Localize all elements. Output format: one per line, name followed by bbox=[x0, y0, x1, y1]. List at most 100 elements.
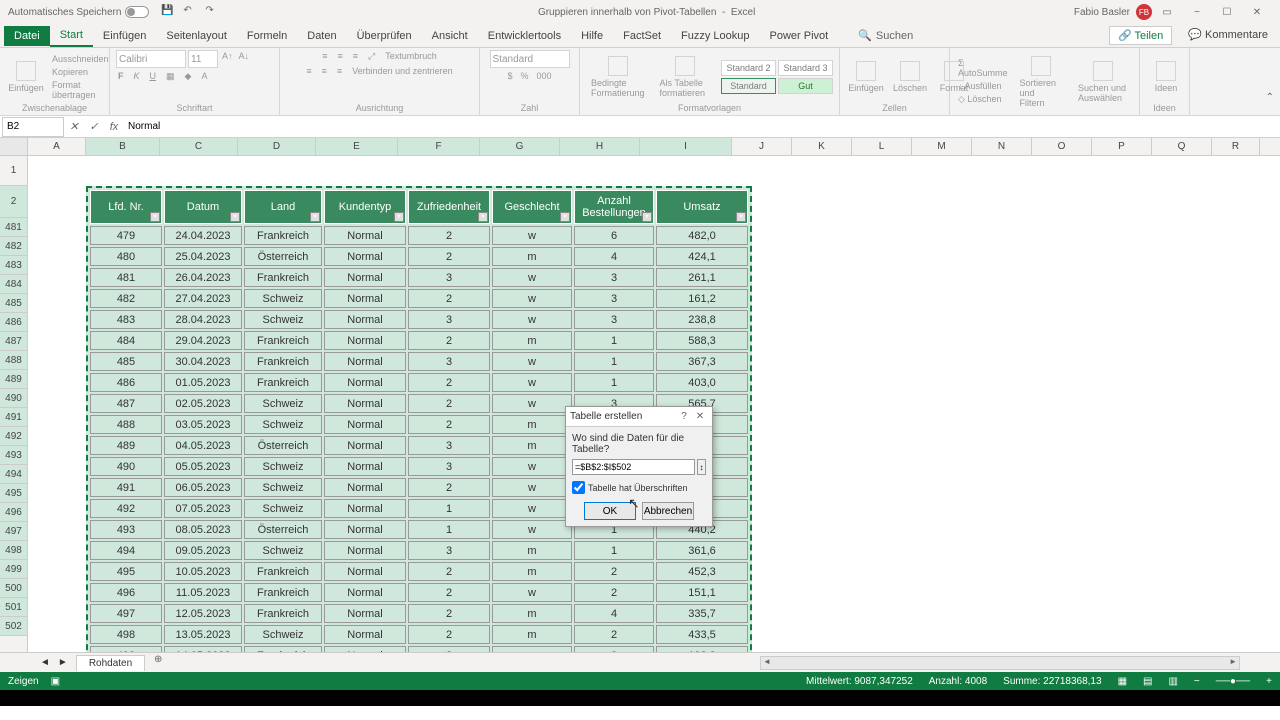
table-cell[interactable]: 261,1 bbox=[656, 268, 748, 287]
table-cell[interactable]: 24.04.2023 bbox=[164, 226, 242, 245]
table-cell[interactable]: Frankreich bbox=[244, 646, 322, 652]
table-cell[interactable]: Österreich bbox=[244, 436, 322, 455]
table-cell[interactable]: 3 bbox=[408, 310, 490, 329]
table-header[interactable]: Land▾ bbox=[244, 190, 322, 224]
table-cell[interactable]: Normal bbox=[324, 394, 406, 413]
column-header[interactable]: M bbox=[912, 138, 972, 155]
table-cell[interactable]: 492 bbox=[90, 499, 162, 518]
filter-icon[interactable]: ▾ bbox=[150, 212, 160, 222]
table-cell[interactable]: 1 bbox=[574, 352, 654, 371]
column-header[interactable]: R bbox=[1212, 138, 1260, 155]
cells-area[interactable]: Lfd. Nr.▾Datum▾Land▾Kundentyp▾Zufriedenh… bbox=[28, 156, 1280, 652]
table-cell[interactable]: 01.05.2023 bbox=[164, 373, 242, 392]
search-box[interactable]: 🔍 Suchen bbox=[858, 29, 913, 42]
table-cell[interactable]: m bbox=[492, 541, 572, 560]
column-header[interactable]: G bbox=[480, 138, 560, 155]
filter-icon[interactable]: ▾ bbox=[736, 212, 746, 222]
column-header[interactable]: A bbox=[28, 138, 86, 155]
dialog-help-icon[interactable]: ? bbox=[676, 411, 692, 422]
table-cell[interactable]: 29.04.2023 bbox=[164, 331, 242, 350]
delete-cells-button[interactable]: Löschen bbox=[890, 59, 930, 95]
table-cell[interactable]: Österreich bbox=[244, 520, 322, 539]
fill-color-icon[interactable]: ◆ bbox=[183, 70, 194, 83]
select-all-corner[interactable] bbox=[0, 138, 28, 155]
filter-icon[interactable]: ▾ bbox=[642, 212, 652, 222]
table-cell[interactable]: m bbox=[492, 604, 572, 623]
tab-powerpivot[interactable]: Power Pivot bbox=[760, 26, 839, 46]
table-cell[interactable]: w bbox=[492, 268, 572, 287]
table-cell[interactable]: Schweiz bbox=[244, 478, 322, 497]
row-header[interactable]: 481 bbox=[0, 218, 27, 237]
table-cell[interactable]: 1 bbox=[574, 373, 654, 392]
sort-filter-button[interactable]: Sortieren und Filtern bbox=[1014, 54, 1068, 110]
row-header[interactable]: 482 bbox=[0, 237, 27, 256]
column-header[interactable]: L bbox=[852, 138, 912, 155]
table-cell[interactable]: 485 bbox=[90, 352, 162, 371]
toggle-icon[interactable] bbox=[125, 6, 149, 18]
zoom-slider[interactable]: ──●── bbox=[1216, 676, 1250, 687]
fx-icon[interactable]: fx bbox=[104, 121, 124, 133]
row-header[interactable]: 499 bbox=[0, 560, 27, 579]
wrap-text-button[interactable]: Textumbruch bbox=[383, 50, 439, 63]
sheet-nav-prev-icon[interactable]: ◄ bbox=[40, 657, 50, 668]
table-cell[interactable]: 1 bbox=[408, 499, 490, 518]
table-cell[interactable]: 3 bbox=[574, 646, 654, 652]
style-gut[interactable]: Gut bbox=[778, 78, 833, 94]
table-cell[interactable]: 2 bbox=[408, 562, 490, 581]
table-cell[interactable]: 486 bbox=[90, 373, 162, 392]
tab-ansicht[interactable]: Ansicht bbox=[422, 26, 478, 46]
table-cell[interactable]: Normal bbox=[324, 310, 406, 329]
conditional-format-button[interactable]: Bedingte Formatierung bbox=[586, 54, 650, 100]
table-cell[interactable]: Normal bbox=[324, 499, 406, 518]
currency-icon[interactable]: $ bbox=[505, 70, 514, 82]
zoom-in-icon[interactable]: + bbox=[1266, 676, 1272, 687]
table-cell[interactable]: 403,0 bbox=[656, 373, 748, 392]
tab-datei[interactable]: Datei bbox=[4, 26, 50, 46]
row-header[interactable]: 487 bbox=[0, 332, 27, 351]
table-cell[interactable]: 495 bbox=[90, 562, 162, 581]
row-header[interactable]: 492 bbox=[0, 427, 27, 446]
tab-ueberpruefen[interactable]: Überprüfen bbox=[347, 26, 422, 46]
table-cell[interactable]: Normal bbox=[324, 457, 406, 476]
font-color-icon[interactable]: A bbox=[199, 70, 209, 83]
paste-button[interactable]: Einfügen bbox=[6, 59, 46, 95]
table-cell[interactable]: w bbox=[492, 352, 572, 371]
decrease-font-icon[interactable]: A↓ bbox=[237, 50, 252, 68]
table-cell[interactable]: 2 bbox=[408, 373, 490, 392]
tab-entwicklertools[interactable]: Entwicklertools bbox=[478, 26, 571, 46]
comments-button[interactable]: 💬 Kommentare bbox=[1180, 26, 1276, 45]
table-cell[interactable]: 2 bbox=[408, 331, 490, 350]
table-cell[interactable]: 30.04.2023 bbox=[164, 352, 242, 371]
filter-icon[interactable]: ▾ bbox=[394, 212, 404, 222]
filter-icon[interactable]: ▾ bbox=[230, 212, 240, 222]
font-size-select[interactable] bbox=[188, 50, 218, 68]
table-cell[interactable]: 2 bbox=[408, 625, 490, 644]
number-format-select[interactable] bbox=[490, 50, 570, 68]
table-cell[interactable]: 1 bbox=[408, 520, 490, 539]
table-cell[interactable]: w bbox=[492, 457, 572, 476]
table-cell[interactable]: 12.05.2023 bbox=[164, 604, 242, 623]
table-cell[interactable]: 14.05.2023 bbox=[164, 646, 242, 652]
table-cell[interactable]: Normal bbox=[324, 562, 406, 581]
format-painter-button[interactable]: Format übertragen bbox=[50, 79, 111, 101]
table-cell[interactable]: 238,8 bbox=[656, 310, 748, 329]
table-cell[interactable]: Normal bbox=[324, 520, 406, 539]
table-cell[interactable]: 2 bbox=[574, 583, 654, 602]
table-cell[interactable]: 480 bbox=[90, 247, 162, 266]
table-cell[interactable]: 04.05.2023 bbox=[164, 436, 242, 455]
table-header[interactable]: Zufriedenheit▾ bbox=[408, 190, 490, 224]
table-cell[interactable]: 2 bbox=[408, 247, 490, 266]
table-cell[interactable]: 3 bbox=[574, 310, 654, 329]
table-cell[interactable]: w bbox=[492, 520, 572, 539]
table-cell[interactable]: 2 bbox=[408, 226, 490, 245]
column-header[interactable]: F bbox=[398, 138, 480, 155]
column-header[interactable]: P bbox=[1092, 138, 1152, 155]
row-header[interactable]: 490 bbox=[0, 389, 27, 408]
table-cell[interactable]: Normal bbox=[324, 625, 406, 644]
enter-formula-icon[interactable]: ✓ bbox=[84, 120, 104, 133]
row-header[interactable]: 486 bbox=[0, 313, 27, 332]
column-header[interactable]: N bbox=[972, 138, 1032, 155]
column-header[interactable]: Q bbox=[1152, 138, 1212, 155]
table-cell[interactable]: 481 bbox=[90, 268, 162, 287]
autosum-button[interactable]: Σ AutoSumme bbox=[956, 57, 1010, 79]
